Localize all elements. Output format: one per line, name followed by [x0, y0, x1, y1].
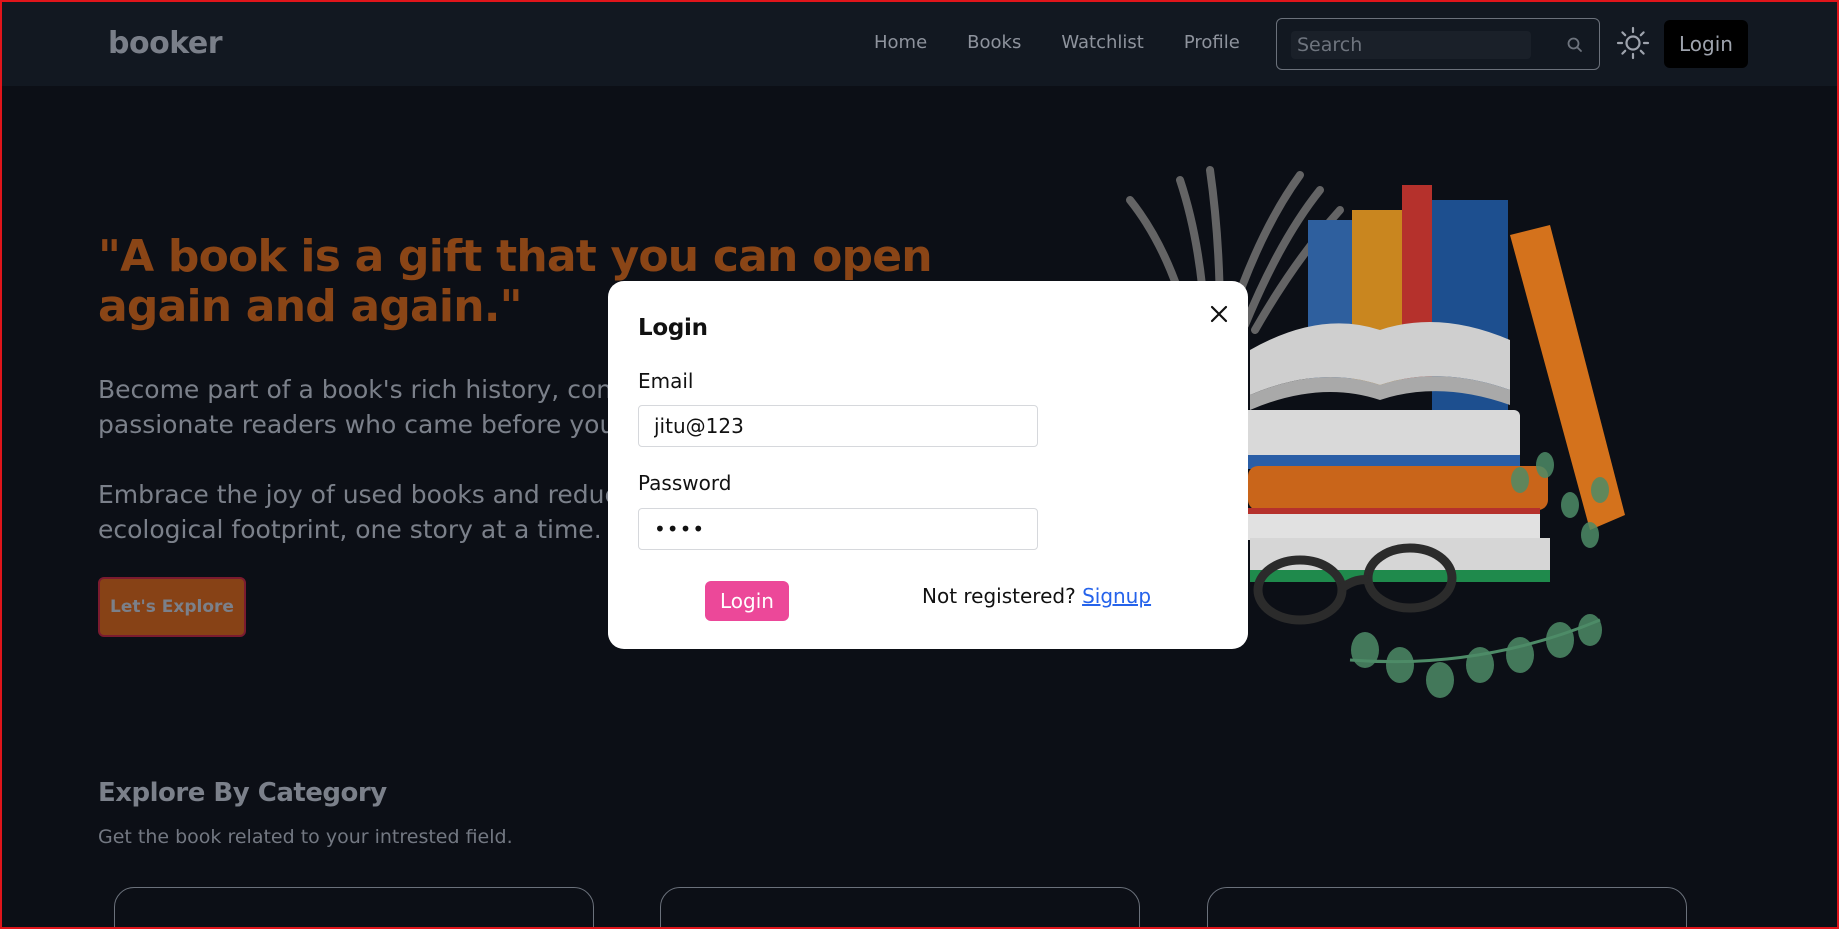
email-field[interactable]: [638, 405, 1038, 447]
login-button[interactable]: Login: [705, 581, 789, 621]
email-label: Email: [638, 369, 694, 393]
modal-title: Login: [638, 315, 708, 341]
signup-prompt: Not registered? Signup: [922, 584, 1151, 608]
password-label: Password: [638, 471, 732, 495]
password-field[interactable]: [638, 508, 1038, 550]
login-modal: Login Email Password Login Not registere…: [608, 281, 1248, 649]
not-registered-text: Not registered?: [922, 584, 1083, 608]
signup-link[interactable]: Signup: [1082, 584, 1151, 608]
close-icon[interactable]: [1208, 303, 1230, 325]
